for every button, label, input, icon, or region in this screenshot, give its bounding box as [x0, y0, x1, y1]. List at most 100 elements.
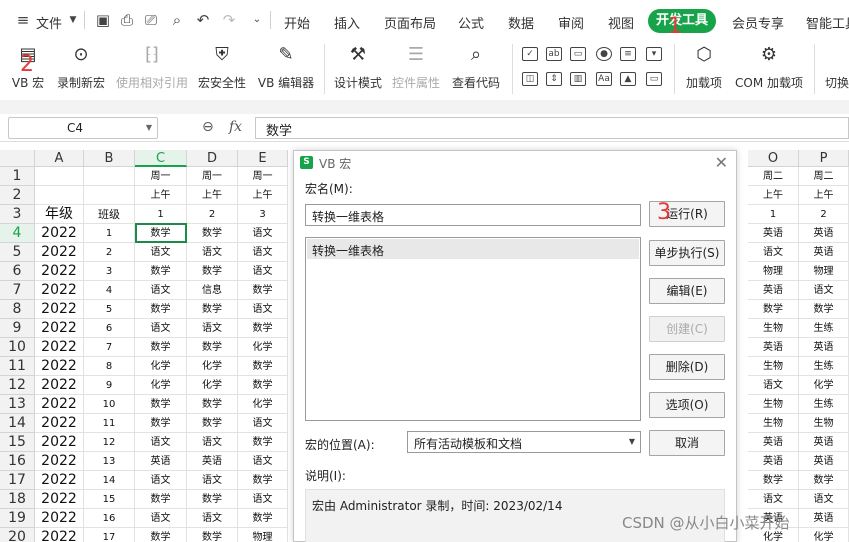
cell-a18[interactable]: 2022 — [35, 490, 84, 509]
tab-page-layout[interactable]: 页面布局 — [384, 13, 436, 32]
cell-o2[interactable]: 上午 — [748, 186, 799, 205]
cell-d4[interactable]: 数学 — [187, 224, 238, 243]
cell-o18[interactable]: 语文 — [748, 490, 799, 509]
cell-o1[interactable]: 周二 — [748, 167, 799, 186]
cell-e2[interactable]: 上午 — [238, 186, 288, 205]
cell-o14[interactable]: 生物 — [748, 414, 799, 433]
cell-b17[interactable]: 14 — [84, 471, 135, 490]
row-header[interactable]: 18 — [0, 490, 35, 509]
edit-button[interactable]: 编辑(E) — [649, 278, 725, 304]
column-header-a[interactable]: A — [35, 150, 84, 167]
column-header-p[interactable]: P — [799, 150, 849, 167]
cell-c5[interactable]: 语文 — [135, 243, 187, 262]
row-header[interactable]: 4 — [0, 224, 35, 243]
tab-member[interactable]: 会员专享 — [732, 13, 784, 32]
com-addins-button[interactable]: ⚙ COM 加载项 — [732, 42, 806, 91]
cell-p13[interactable]: 生练 — [799, 395, 849, 414]
delete-button[interactable]: 删除(D) — [649, 354, 725, 380]
cell-e8[interactable]: 语文 — [238, 300, 288, 319]
cell-e9[interactable]: 数学 — [238, 319, 288, 338]
cell-o13[interactable]: 生物 — [748, 395, 799, 414]
row-header[interactable]: 2 — [0, 186, 35, 205]
cell-b7[interactable]: 4 — [84, 281, 135, 300]
cell-b2[interactable] — [84, 186, 135, 205]
cell-a1[interactable] — [35, 167, 84, 186]
cell-d9[interactable]: 语文 — [187, 319, 238, 338]
tab-view[interactable]: 视图 — [608, 13, 634, 32]
tab-formulas[interactable]: 公式 — [458, 13, 484, 32]
cell-o5[interactable]: 语文 — [748, 243, 799, 262]
cell-o11[interactable]: 生物 — [748, 357, 799, 376]
file-menu[interactable]: 文件 — [36, 13, 62, 32]
cell-e7[interactable]: 数学 — [238, 281, 288, 300]
cell-e17[interactable]: 数学 — [238, 471, 288, 490]
cell-a10[interactable]: 2022 — [35, 338, 84, 357]
cell-e1[interactable]: 周一 — [238, 167, 288, 186]
cell-p16[interactable]: 英语 — [799, 452, 849, 471]
cell-b15[interactable]: 12 — [84, 433, 135, 452]
cell-e13[interactable]: 化学 — [238, 395, 288, 414]
cell-d5[interactable]: 语文 — [187, 243, 238, 262]
cell-e18[interactable]: 语文 — [238, 490, 288, 509]
combobox-control-icon[interactable]: ▾ — [646, 47, 662, 61]
cell-c2[interactable]: 上午 — [135, 186, 187, 205]
cell-a6[interactable]: 2022 — [35, 262, 84, 281]
row-header[interactable]: 19 — [0, 509, 35, 528]
cell-o17[interactable]: 数学 — [748, 471, 799, 490]
cell-a9[interactable]: 2022 — [35, 319, 84, 338]
cell-o16[interactable]: 英语 — [748, 452, 799, 471]
textbox-control-icon[interactable]: ab — [546, 47, 562, 61]
column-header-c[interactable]: C — [135, 150, 187, 167]
column-header-e[interactable]: E — [238, 150, 288, 167]
options-button[interactable]: 选项(O) — [649, 392, 725, 418]
cell-c12[interactable]: 化学 — [135, 376, 187, 395]
tab-data[interactable]: 数据 — [508, 13, 534, 32]
cell-e20[interactable]: 物理 — [238, 528, 288, 542]
cell-c1[interactable]: 周一 — [135, 167, 187, 186]
export-pdf-icon[interactable]: ⎙ — [118, 11, 136, 29]
cell-d3[interactable]: 2 — [187, 205, 238, 224]
close-icon[interactable]: ✕ — [715, 153, 728, 172]
cell-b6[interactable]: 3 — [84, 262, 135, 281]
view-code-button[interactable]: ⌕ 查看代码 — [450, 42, 502, 91]
macro-list[interactable]: 转换一维表格 — [305, 237, 641, 421]
cell-b18[interactable]: 15 — [84, 490, 135, 509]
row-header[interactable]: 8 — [0, 300, 35, 319]
cell-d7[interactable]: 信息 — [187, 281, 238, 300]
row-header[interactable]: 5 — [0, 243, 35, 262]
tab-insert[interactable]: 插入 — [334, 13, 360, 32]
redo-icon[interactable]: ↷ — [220, 11, 238, 29]
formula-input[interactable]: 数学 — [255, 117, 849, 139]
column-header-b[interactable]: B — [84, 150, 135, 167]
cell-d12[interactable]: 化学 — [187, 376, 238, 395]
option-button-icon[interactable]: ● — [596, 47, 612, 61]
row-header[interactable]: 13 — [0, 395, 35, 414]
hamburger-menu-icon[interactable]: ≡ — [14, 11, 32, 29]
row-header[interactable]: 1 — [0, 167, 35, 186]
cell-e14[interactable]: 语文 — [238, 414, 288, 433]
row-header[interactable]: 9 — [0, 319, 35, 338]
cell-a20[interactable]: 2022 — [35, 528, 84, 542]
tab-smart-tools[interactable]: 智能工具 — [806, 13, 849, 32]
zoom-search-icon[interactable]: ⊖ — [202, 119, 214, 135]
cell-p3[interactable]: 2 — [799, 205, 849, 224]
row-header[interactable]: 3 — [0, 205, 35, 224]
cell-b9[interactable]: 6 — [84, 319, 135, 338]
cell-e10[interactable]: 化学 — [238, 338, 288, 357]
cell-d19[interactable]: 语文 — [187, 509, 238, 528]
cell-p15[interactable]: 英语 — [799, 433, 849, 452]
cell-p5[interactable]: 英语 — [799, 243, 849, 262]
cell-d10[interactable]: 数学 — [187, 338, 238, 357]
cell-a11[interactable]: 2022 — [35, 357, 84, 376]
cell-p20[interactable]: 化学 — [799, 528, 849, 542]
cell-a17[interactable]: 2022 — [35, 471, 84, 490]
button-control-icon[interactable]: ▭ — [570, 47, 586, 61]
cell-c20[interactable]: 数学 — [135, 528, 187, 542]
cell-p7[interactable]: 语文 — [799, 281, 849, 300]
cell-a15[interactable]: 2022 — [35, 433, 84, 452]
cell-a2[interactable] — [35, 186, 84, 205]
toggle-button-icon[interactable]: ◫ — [522, 72, 538, 86]
cell-p10[interactable]: 英语 — [799, 338, 849, 357]
select-all-corner[interactable] — [0, 150, 35, 167]
print-icon[interactable]: ⎚ — [142, 11, 160, 29]
